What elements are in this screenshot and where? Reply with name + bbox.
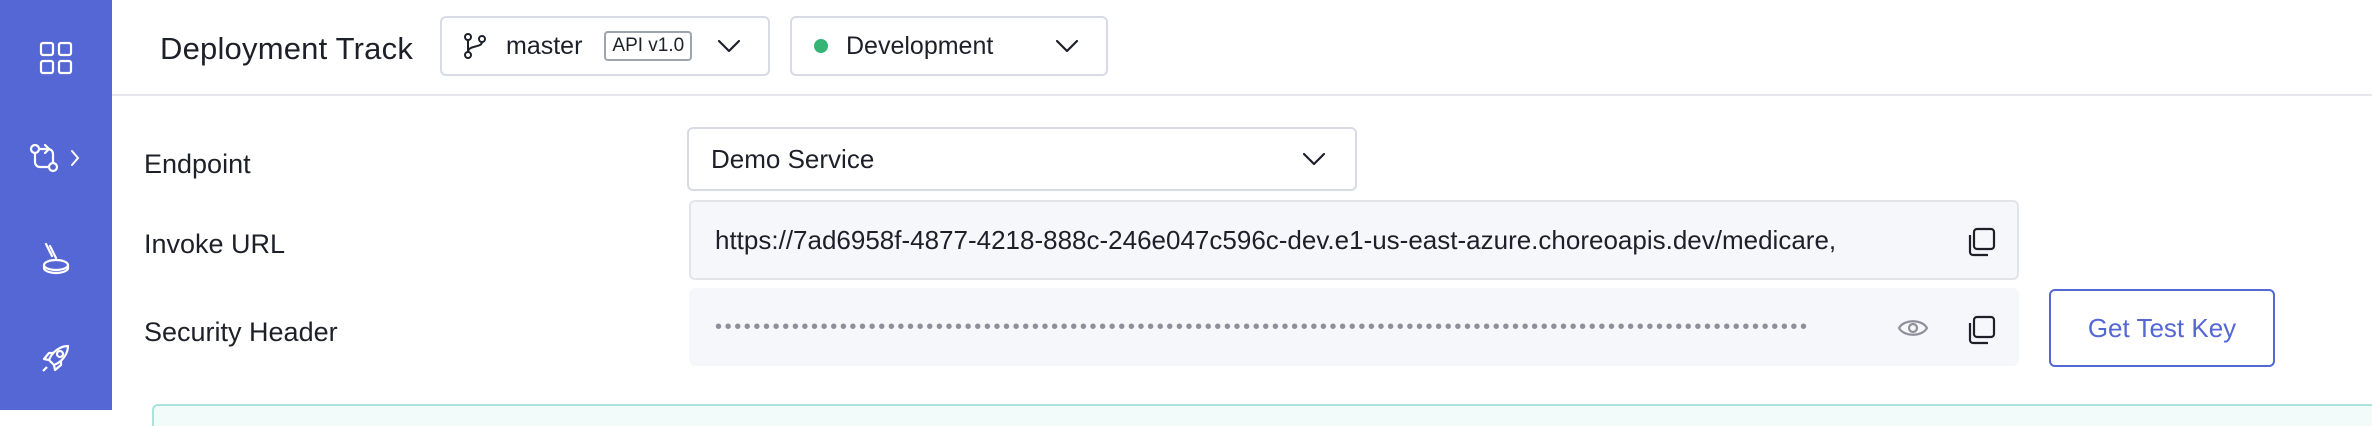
sidebar-item-deploy[interactable] bbox=[0, 318, 112, 398]
eye-icon[interactable] bbox=[1897, 316, 1929, 340]
copy-icon[interactable] bbox=[1965, 226, 1997, 258]
chevron-down-icon bbox=[717, 39, 741, 53]
security-header-masked-value: ••••••••••••••••••••••••••••••••••••••••… bbox=[715, 317, 1810, 337]
chevron-down-icon bbox=[1055, 39, 1079, 53]
get-test-key-button[interactable]: Get Test Key bbox=[2049, 289, 2275, 367]
sidebar-item-test[interactable] bbox=[0, 218, 112, 298]
branch-select[interactable]: master API v1.0 bbox=[440, 16, 770, 76]
endpoint-value: Demo Service bbox=[711, 143, 875, 174]
api-version-badge: API v1.0 bbox=[604, 31, 693, 61]
endpoint-label: Endpoint bbox=[144, 149, 251, 179]
invoke-url-label: Invoke URL bbox=[144, 229, 286, 259]
branch-name: master bbox=[506, 31, 583, 60]
page-title: Deployment Track bbox=[160, 31, 414, 66]
chevron-down-icon bbox=[1302, 152, 1326, 166]
deploy-rocket-icon bbox=[42, 344, 70, 372]
security-header-field: ••••••••••••••••••••••••••••••••••••••••… bbox=[689, 288, 2019, 366]
environment-name: Development bbox=[846, 31, 994, 60]
environment-status-dot bbox=[814, 39, 828, 53]
invoke-url-value[interactable]: https://7ad6958f-4877-4218-888c-246e047c… bbox=[715, 225, 1935, 256]
side-nav-rail bbox=[0, 0, 112, 410]
sidebar-item-develop[interactable] bbox=[0, 118, 112, 198]
test-icon bbox=[42, 242, 70, 275]
deployment-track-header: Deployment Track master API v1.0 Develop… bbox=[112, 0, 2372, 96]
copy-icon[interactable] bbox=[1965, 314, 1997, 346]
environment-select[interactable]: Development bbox=[790, 16, 1108, 76]
invoke-url-field: https://7ad6958f-4877-4218-888c-246e047c… bbox=[689, 200, 2019, 280]
git-branch-icon bbox=[464, 33, 486, 59]
sidebar-item-overview[interactable] bbox=[0, 18, 112, 98]
security-header-label: Security Header bbox=[144, 317, 338, 347]
develop-icon bbox=[29, 143, 80, 173]
overview-grid-icon bbox=[39, 41, 73, 75]
endpoint-select[interactable]: Demo Service bbox=[687, 127, 1357, 191]
info-banner bbox=[152, 404, 2372, 426]
